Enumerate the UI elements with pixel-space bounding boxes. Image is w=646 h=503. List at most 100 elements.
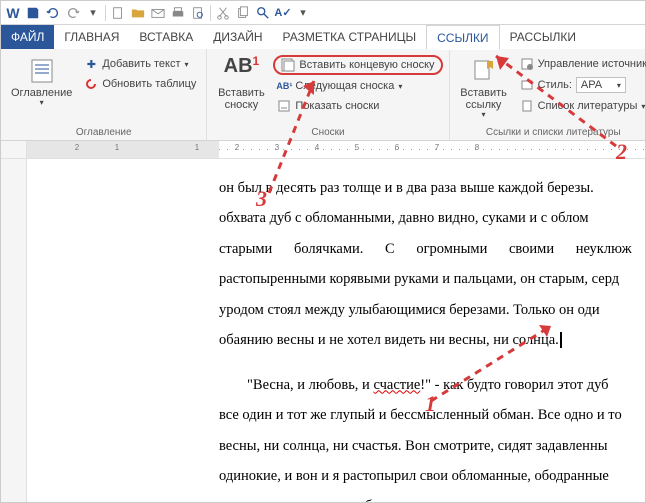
text: обаянию весны и не хотел видеть ни весны… <box>219 332 559 348</box>
insert-footnote-label: Вставить сноску <box>218 87 265 111</box>
show-notes-icon <box>277 99 291 113</box>
chevron-down-icon: ▾ <box>617 81 621 90</box>
qat-more-icon[interactable]: ▾ <box>85 5 101 21</box>
update-toc-label: Обновить таблицу <box>102 78 196 90</box>
ribbon-tabs: ФАЙЛ ГЛАВНАЯ ВСТАВКА ДИЗАЙН РАЗМЕТКА СТР… <box>1 25 645 49</box>
chevron-down-icon: ▾ <box>641 102 645 111</box>
citation-style-select[interactable]: APA ▾ <box>576 77 626 93</box>
cut-icon[interactable] <box>215 5 231 21</box>
next-footnote-button[interactable]: AB¹ Следующая сноска ▾ <box>273 77 442 95</box>
insert-endnote-label: Вставить концевую сноску <box>299 59 434 71</box>
word-logo-icon[interactable]: W <box>5 5 21 21</box>
text-line: выросли - из спины, из боков; как выросл… <box>219 491 645 502</box>
spellcheck-error[interactable]: счастие <box>373 377 420 393</box>
group-footnotes-label: Сноски <box>213 125 442 140</box>
show-notes-label: Показать сноски <box>295 100 379 112</box>
text-line: он был в десять раз толще и в два раза в… <box>219 173 645 203</box>
add-text-label: Добавить текст <box>102 58 180 70</box>
qat-customize-icon[interactable]: ▾ <box>295 5 311 21</box>
ab-super: 1 <box>253 55 260 68</box>
ruler-numbers: 2112345678 <box>27 143 645 152</box>
undo-icon[interactable] <box>45 5 61 21</box>
style-icon <box>520 78 534 92</box>
text-line: уродом стоял между улыбающимися березами… <box>219 295 645 325</box>
manage-sources-button[interactable]: Управление источник <box>516 55 646 73</box>
group-citations: Вставить ссылку ▾ Управление источник Ст… <box>450 49 646 140</box>
tab-page-layout[interactable]: РАЗМЕТКА СТРАНИЦЫ <box>273 25 427 49</box>
update-icon <box>84 77 98 91</box>
annotation-number-1: 1 <box>425 391 436 417</box>
text-line: обхвата дуб с обломанными, давно видно, … <box>219 203 645 233</box>
text-line: растопыренными корявыми руками и пальцам… <box>219 264 645 294</box>
annotation-number-3: 3 <box>256 186 267 212</box>
ruler-horizontal[interactable]: 2112345678 <box>27 141 645 158</box>
ruler-corner <box>1 141 27 158</box>
tab-design[interactable]: ДИЗАЙН <box>203 25 272 49</box>
insert-citation-icon <box>468 55 500 87</box>
bibliography-icon <box>520 99 534 113</box>
text-cursor <box>560 332 562 348</box>
insert-footnote-icon: AB 1 <box>225 55 257 87</box>
insert-citation-label: Вставить ссылку <box>460 87 507 111</box>
copy-icon[interactable] <box>235 5 251 21</box>
chevron-down-icon: ▾ <box>482 111 486 120</box>
tab-mailings[interactable]: РАССЫЛКИ <box>500 25 586 49</box>
insert-endnote-button[interactable]: Вставить концевую сноску <box>273 55 442 75</box>
chevron-down-icon: ▾ <box>185 60 189 69</box>
show-notes-button[interactable]: Показать сноски <box>273 97 442 115</box>
update-toc-button[interactable]: Обновить таблицу <box>80 75 200 93</box>
style-label: Стиль: <box>538 79 572 91</box>
chevron-down-icon: ▾ <box>398 82 402 91</box>
find-icon[interactable] <box>255 5 271 21</box>
new-icon[interactable] <box>110 5 126 21</box>
quick-access-toolbar: W ▾ A✓ ▾ <box>1 1 645 25</box>
tab-references[interactable]: ССЫЛКИ <box>426 25 499 50</box>
manage-sources-label: Управление источник <box>538 58 646 70</box>
style-value: APA <box>581 79 602 91</box>
chevron-down-icon: ▾ <box>40 99 44 108</box>
document-area: он был в десять раз толще и в два раза в… <box>1 159 645 502</box>
add-text-button[interactable]: ✚ Добавить текст ▾ <box>80 55 200 73</box>
ribbon: Оглавление ▾ ✚ Добавить текст ▾ Обновить… <box>1 49 645 141</box>
bibliography-button[interactable]: Список литературы ▾ <box>516 97 646 115</box>
spelling-icon[interactable]: A✓ <box>275 5 291 21</box>
tab-home[interactable]: ГЛАВНАЯ <box>54 25 129 49</box>
text-line: старыми болячками. С огромными своими не… <box>219 234 645 264</box>
insert-citation-button[interactable]: Вставить ссылку ▾ <box>456 51 512 124</box>
text-line: обаянию весны и не хотел видеть ни весны… <box>219 325 645 355</box>
open-icon[interactable] <box>130 5 146 21</box>
group-toc-label: Оглавление <box>7 125 200 140</box>
bibliography-label: Список литературы <box>538 100 638 112</box>
insert-footnote-button[interactable]: AB 1 Вставить сноску <box>213 51 269 115</box>
next-footnote-icon: AB¹ <box>277 79 291 93</box>
tab-file[interactable]: ФАЙЛ <box>1 25 54 49</box>
text-line: весны, ни солнца, ни счастья. Вон смотри… <box>219 431 645 461</box>
ab-text: AB <box>224 55 253 77</box>
toc-icon <box>26 55 58 87</box>
group-citations-label: Ссылки и списки литературы <box>456 125 646 140</box>
save-icon[interactable] <box>25 5 41 21</box>
group-footnotes: AB 1 Вставить сноску Вставить концевую с… <box>207 49 449 140</box>
separator <box>105 5 106 21</box>
redo-icon[interactable] <box>65 5 81 21</box>
citation-style-row: Стиль: APA ▾ <box>516 75 646 95</box>
document-page[interactable]: он был в десять раз толще и в два раза в… <box>27 159 645 502</box>
ruler-area: 2112345678 <box>1 141 645 159</box>
paragraph-1: он был в десять раз толще и в два раза в… <box>219 173 645 356</box>
quick-print-icon[interactable] <box>170 5 186 21</box>
paragraph-2: "Весна, и любовь, и счастие!" - как будт… <box>219 370 645 502</box>
insert-endnote-icon <box>281 58 295 72</box>
manage-sources-icon <box>520 57 534 71</box>
text: "Весна, и любовь, и <box>247 377 373 393</box>
tab-insert[interactable]: ВСТАВКА <box>129 25 203 49</box>
email-icon[interactable] <box>150 5 166 21</box>
ruler-vertical[interactable] <box>1 159 27 502</box>
group-toc: Оглавление ▾ ✚ Добавить текст ▾ Обновить… <box>1 49 207 140</box>
print-preview-icon[interactable] <box>190 5 206 21</box>
text-line: одинокие, и вон и я растопырил свои обло… <box>219 461 645 491</box>
next-footnote-label: Следующая сноска <box>295 80 394 92</box>
add-text-icon: ✚ <box>84 57 98 71</box>
separator <box>210 5 211 21</box>
toc-button[interactable]: Оглавление ▾ <box>7 51 76 112</box>
annotation-number-2: 2 <box>616 139 627 165</box>
